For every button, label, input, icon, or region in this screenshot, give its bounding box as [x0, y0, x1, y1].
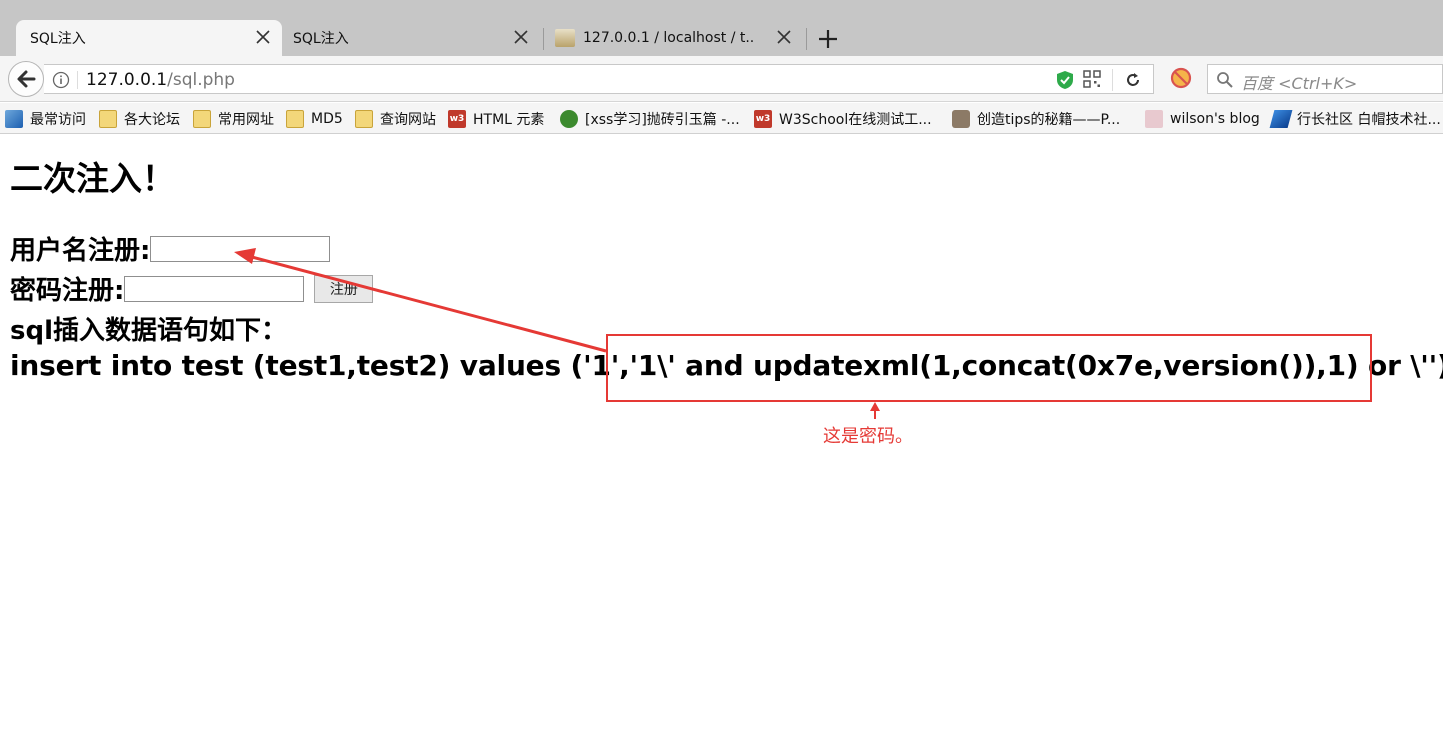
bookmarks-toolbar: 最常访问 各大论坛 常用网址 MD5 查询网站 w3 HTML 元素 [xss学…: [0, 103, 1443, 134]
close-icon[interactable]: [254, 28, 272, 46]
bookmark-folder-md5[interactable]: MD5: [286, 108, 343, 130]
reload-icon[interactable]: [1123, 70, 1143, 90]
url-host: 127.0.0.1: [86, 70, 168, 90]
bookmark-folder-common[interactable]: 常用网址: [193, 108, 274, 130]
search-placeholder: 百度 <Ctrl+K>: [1241, 74, 1358, 93]
password-input[interactable]: [124, 275, 305, 302]
dog-icon: [952, 110, 970, 128]
bookmark-label: MD5: [311, 111, 343, 127]
tab-strip: SQL注入 SQL注入 127.0.0.1 / localhost / t...: [0, 0, 1443, 56]
bookmark-label: 查询网站: [380, 112, 436, 128]
bookmark-label: [xss学习]抛砖引玉篇 -...: [585, 112, 740, 128]
bookmark-label: 行长社区 白帽技术社...: [1297, 112, 1441, 128]
blog-icon: [1145, 110, 1163, 128]
username-label: 用户名注册:: [10, 236, 151, 266]
tab-label: SQL注入: [293, 31, 349, 47]
bookmark-wilson-blog[interactable]: wilson's blog: [1145, 108, 1260, 130]
register-button[interactable]: 注册: [314, 274, 374, 303]
page-title: 二次注入！: [10, 159, 175, 198]
tab-label: 127.0.0.1 / localhost / t...: [583, 30, 755, 46]
bookmark-label: HTML 元素: [473, 112, 545, 128]
close-icon[interactable]: [775, 28, 793, 46]
w3-icon: w3: [754, 110, 772, 128]
turtle-icon: [560, 110, 578, 128]
search-icon: [1217, 72, 1233, 88]
tab-phpmyadmin[interactable]: 127.0.0.1 / localhost / t...: [545, 20, 803, 56]
bookmark-label: 各大论坛: [124, 112, 180, 128]
folder-icon: [286, 110, 304, 128]
url-text[interactable]: 127.0.0.1/sql.php: [86, 70, 235, 90]
close-icon[interactable]: [512, 28, 530, 46]
bookmark-label: wilson's blog: [1170, 111, 1260, 127]
bookmark-html-elements[interactable]: w3 HTML 元素: [448, 108, 544, 130]
bookmark-community[interactable]: 行长社区 白帽技术社...: [1269, 108, 1441, 130]
password-label: 密码注册:: [10, 276, 125, 306]
folder-icon: [193, 110, 211, 128]
bookmark-label: 常用网址: [218, 112, 274, 128]
tab-sql-injection-2[interactable]: SQL注入: [282, 20, 540, 56]
bookmark-folder-lookup[interactable]: 查询网站: [355, 108, 436, 130]
tab-separator: [806, 28, 807, 50]
bookmark-folder-forums[interactable]: 各大论坛: [99, 108, 180, 130]
password-highlight-box: [606, 334, 1372, 402]
w3-icon: w3: [448, 110, 466, 128]
search-bar[interactable]: 百度 <Ctrl+K>: [1207, 64, 1443, 94]
tab-separator: [543, 28, 544, 50]
username-row: 用户名注册:: [10, 230, 331, 267]
community-icon: [1269, 110, 1293, 128]
qr-code-icon[interactable]: [1083, 70, 1101, 88]
phpmyadmin-icon: [555, 29, 575, 47]
password-row: 密码注册: 注册: [10, 270, 374, 307]
bookmark-label: 最常访问: [30, 112, 86, 128]
bookmark-xss-learning[interactable]: [xss学习]抛砖引玉篇 -...: [560, 108, 740, 130]
tab-sql-injection-1[interactable]: SQL注入: [16, 20, 282, 56]
folder-icon: [355, 110, 373, 128]
adblock-extension-icon[interactable]: [1170, 67, 1192, 89]
url-separator: [1112, 69, 1113, 91]
shield-icon[interactable]: [1056, 70, 1074, 90]
bookmark-label: 创造tips的秘籍——P...: [977, 112, 1121, 128]
bookmark-w3school-test[interactable]: w3 W3School在线测试工...: [754, 108, 932, 130]
back-button[interactable]: [8, 61, 44, 97]
url-separator: [77, 71, 78, 89]
bookmark-label: W3School在线测试工...: [779, 112, 932, 128]
page-content: 二次注入！ 用户名注册: 密码注册: 注册 sql插入数据语句如下： inser…: [0, 134, 1443, 755]
most-visited-icon: [5, 110, 23, 128]
tab-label: SQL注入: [30, 31, 86, 47]
folder-icon: [99, 110, 117, 128]
info-icon[interactable]: [52, 71, 70, 89]
address-bar[interactable]: 127.0.0.1/sql.php: [44, 64, 1154, 94]
sql-description: sql插入数据语句如下：: [10, 316, 287, 346]
username-input[interactable]: [150, 235, 331, 262]
new-tab-plus-icon[interactable]: [814, 26, 842, 52]
back-arrow-icon: [17, 70, 36, 88]
bookmark-most-visited[interactable]: 最常访问: [5, 108, 86, 130]
annotation-note: 这是密码。: [823, 426, 913, 447]
url-path: /sql.php: [167, 70, 235, 90]
bookmark-tips[interactable]: 创造tips的秘籍——P...: [952, 108, 1120, 130]
